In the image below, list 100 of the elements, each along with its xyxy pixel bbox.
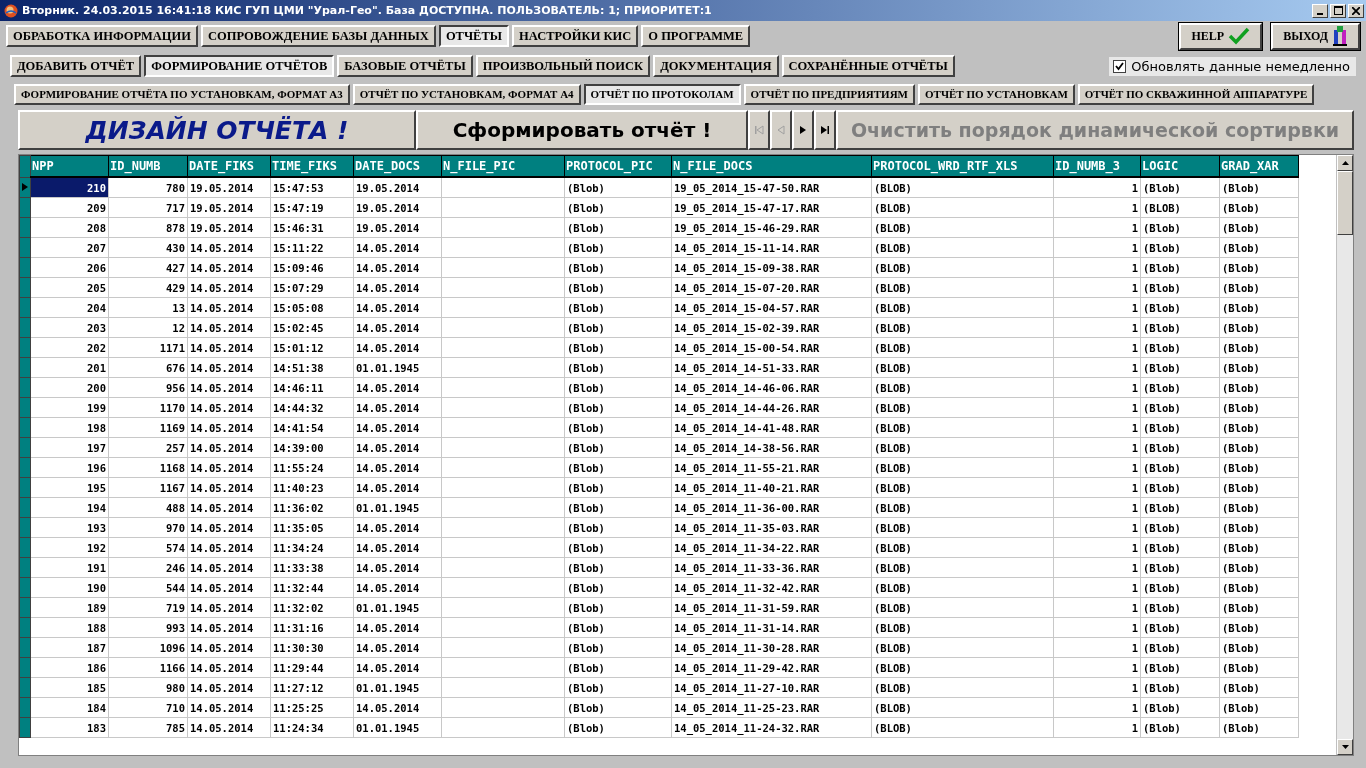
row-indicator[interactable] — [19, 477, 31, 498]
column-header[interactable]: ID_NUMB_3 — [1053, 155, 1141, 177]
exit-button[interactable]: ВЫХОД — [1271, 22, 1360, 50]
column-header[interactable]: N_FILE_PIC — [441, 155, 565, 177]
row-indicator[interactable] — [19, 357, 31, 378]
tab[interactable]: ОБРАБОТКА ИНФОРМАЦИИ — [6, 25, 198, 47]
table-cell: 574 — [108, 537, 188, 558]
table-cell: (Blob) — [1140, 457, 1220, 478]
row-indicator[interactable] — [19, 537, 31, 558]
column-header[interactable]: NPP — [30, 155, 109, 177]
tab[interactable]: СОПРОВОЖДЕНИЕ БАЗЫ ДАННЫХ — [200, 25, 436, 47]
table-cell: (BLOB) — [871, 197, 1054, 218]
column-header[interactable]: PROTOCOL_PIC — [564, 155, 672, 177]
tab[interactable]: О ПРОГРАММЕ — [641, 25, 751, 47]
table-cell: (Blob) — [1219, 277, 1299, 298]
generate-report-button[interactable]: Сформировать отчёт ! — [416, 110, 748, 150]
tab[interactable]: СОХРАНЁННЫЕ ОТЧЁТЫ — [781, 55, 955, 77]
maximize-button[interactable] — [1330, 3, 1346, 18]
row-indicator[interactable] — [19, 677, 31, 698]
row-indicator[interactable] — [19, 517, 31, 538]
table-cell: (BLOB) — [871, 717, 1054, 738]
column-header[interactable]: DATE_DOCS — [353, 155, 442, 177]
table-cell: (Blob) — [1219, 537, 1299, 558]
table-cell: 204 — [30, 297, 109, 318]
row-indicator[interactable] — [19, 297, 31, 318]
tab[interactable]: ДОБАВИТЬ ОТЧЁТ — [10, 55, 142, 77]
row-indicator[interactable] — [19, 717, 31, 738]
row-indicator[interactable] — [19, 377, 31, 398]
table-cell: 14.05.2014 — [353, 417, 442, 438]
table-cell: (Blob) — [1140, 337, 1220, 358]
column-header[interactable]: N_FILE_DOCS — [671, 155, 872, 177]
table-cell: (Blob) — [564, 257, 672, 278]
row-indicator[interactable] — [19, 217, 31, 238]
row-indicator[interactable] — [19, 197, 31, 218]
row-indicator[interactable] — [19, 597, 31, 618]
row-indicator[interactable] — [19, 417, 31, 438]
row-indicator[interactable] — [19, 657, 31, 678]
refresh-checkbox[interactable]: Обновлять данные немедленно — [1109, 56, 1356, 76]
column-header[interactable]: TIME_FIKS — [270, 155, 354, 177]
tab[interactable]: ОТЧЁТ ПО УСТАНОВКАМ — [918, 83, 1075, 105]
row-indicator[interactable] — [19, 437, 31, 458]
table-cell: 1 — [1053, 577, 1141, 598]
tab[interactable]: ОТЧЁТ ПО ПРОТОКОЛАМ — [583, 83, 741, 105]
table-cell: (Blob) — [1140, 537, 1220, 558]
table-cell: 14:39:00 — [270, 437, 354, 458]
column-header[interactable]: DATE_FIKS — [187, 155, 271, 177]
table-cell: 14_05_2014_11-35-03.RAR — [671, 517, 872, 538]
row-indicator[interactable] — [19, 457, 31, 478]
column-header[interactable]: ID_NUMB — [108, 155, 188, 177]
tab[interactable]: ОТЧЁТ ПО УСТАНОВКАМ, ФОРМАТ А4 — [352, 83, 581, 105]
table-cell: 430 — [108, 237, 188, 258]
table-cell: (Blob) — [1219, 357, 1299, 378]
row-indicator[interactable] — [19, 337, 31, 358]
column-header[interactable]: GRAD_XAR — [1219, 155, 1299, 177]
column-header[interactable]: LOGIC — [1140, 155, 1220, 177]
table-cell: 1 — [1053, 717, 1141, 738]
row-indicator[interactable] — [19, 637, 31, 658]
navigator-button[interactable] — [814, 110, 836, 150]
row-indicator[interactable] — [19, 557, 31, 578]
table-cell: (Blob) — [1219, 657, 1299, 678]
table-cell: 186 — [30, 657, 109, 678]
row-indicator[interactable] — [19, 697, 31, 718]
column-header[interactable]: PROTOCOL_WRD_RTF_XLS — [871, 155, 1054, 177]
table-cell: (Blob) — [564, 417, 672, 438]
tab[interactable]: ОТЧЁТЫ — [438, 25, 510, 47]
navigator-button[interactable] — [792, 110, 814, 150]
tab[interactable]: ПРОИЗВОЛЬНЫЙ ПОИСК — [475, 55, 651, 77]
tab[interactable]: ДОКУМЕНТАЦИЯ — [653, 55, 779, 77]
table-cell: (BLOB) — [871, 617, 1054, 638]
table-cell: 878 — [108, 217, 188, 238]
close-button[interactable] — [1348, 3, 1364, 18]
table-cell: 14_05_2014_11-24-32.RAR — [671, 717, 872, 738]
row-indicator[interactable] — [19, 497, 31, 518]
help-button[interactable]: HELP — [1179, 22, 1263, 50]
table-cell: (Blob) — [564, 237, 672, 258]
row-indicator[interactable] — [19, 577, 31, 598]
tab[interactable]: ОТЧЁТ ПО ПРЕДПРИЯТИЯМ — [743, 83, 915, 105]
minimize-button[interactable] — [1312, 3, 1328, 18]
row-indicator[interactable] — [19, 177, 31, 198]
table-cell: (Blob) — [1219, 297, 1299, 318]
table-cell: 12 — [108, 317, 188, 338]
row-indicator[interactable] — [19, 277, 31, 298]
table-cell: (BLOB) — [871, 657, 1054, 678]
row-indicator[interactable] — [19, 257, 31, 278]
table-cell: 1 — [1053, 177, 1141, 198]
row-indicator[interactable] — [19, 397, 31, 418]
row-indicator[interactable] — [19, 617, 31, 638]
row-indicator[interactable] — [19, 237, 31, 258]
tab[interactable]: ОТЧЁТ ПО СКВАЖИННОЙ АППАРАТУРЕ — [1077, 83, 1315, 105]
table-cell: 1 — [1053, 537, 1141, 558]
design-report-button[interactable]: ДИЗАЙН ОТЧЁТА ! — [18, 110, 416, 150]
scrollbar-thumb[interactable] — [1337, 171, 1353, 235]
tab[interactable]: НАСТРОЙКИ КИС — [512, 25, 639, 47]
table-cell: (Blob) — [1219, 237, 1299, 258]
vertical-scrollbar[interactable] — [1336, 155, 1353, 755]
tab[interactable]: ФОРМИРОВАНИЕ ОТЧЁТОВ — [144, 55, 335, 77]
tab[interactable]: ФОРМИРОВАНИЕ ОТЧЁТА ПО УСТАНОВКАМ, ФОРМАТ А3 — [14, 83, 350, 105]
tab[interactable]: БАЗОВЫЕ ОТЧЁТЫ — [337, 55, 473, 77]
table-cell: 1 — [1053, 657, 1141, 678]
row-indicator[interactable] — [19, 317, 31, 338]
